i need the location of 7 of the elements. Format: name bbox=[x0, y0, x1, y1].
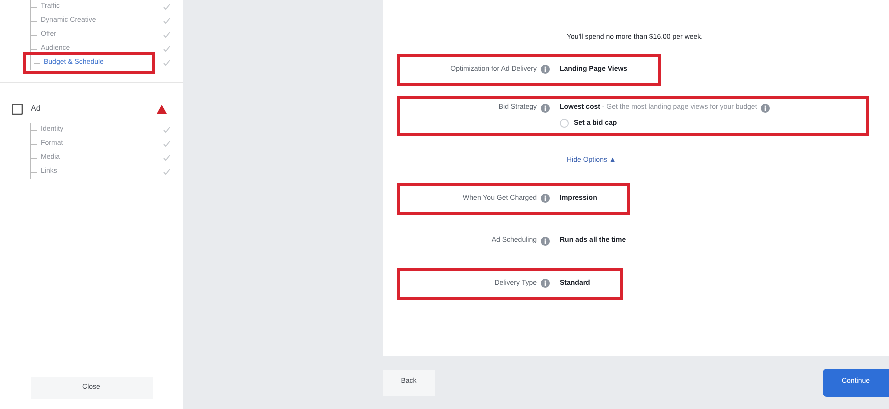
section-title: Ad bbox=[31, 103, 41, 115]
info-icon bbox=[541, 236, 550, 246]
info-icon bbox=[541, 279, 550, 288]
info-icon bbox=[761, 104, 770, 113]
info-icon bbox=[541, 194, 550, 204]
info-icon bbox=[541, 65, 550, 74]
info-icon bbox=[541, 104, 550, 113]
